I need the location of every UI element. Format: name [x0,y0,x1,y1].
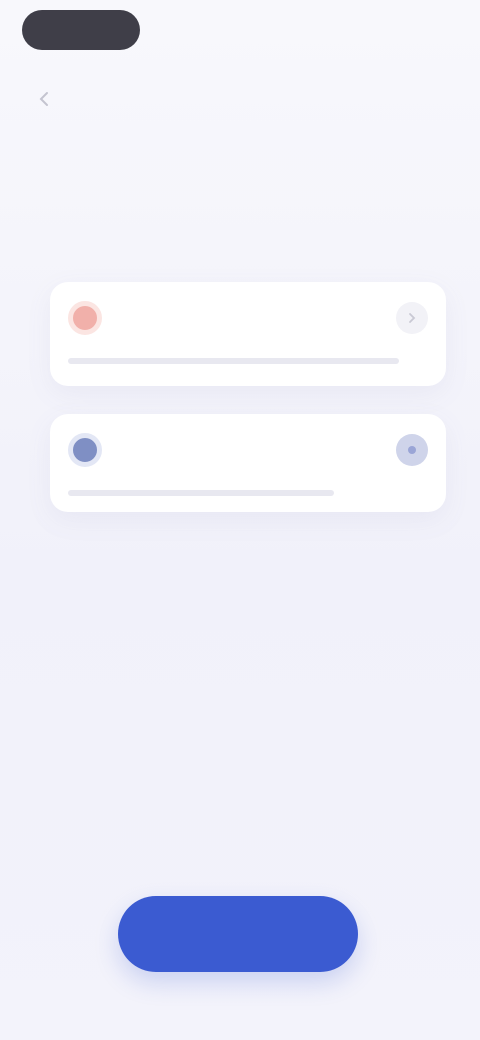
back-arrow-icon [39,92,48,106]
primary-cta-button[interactable] [118,896,358,972]
card-avatar-icon [68,301,102,335]
card-description-line [68,490,335,496]
card-description-line [68,358,400,364]
chevron-icon [409,313,416,323]
header-right-link[interactable] [384,20,442,38]
header-title [194,20,284,38]
option-card-1[interactable] [50,282,446,386]
top-bar [0,0,480,64]
header-pill-button[interactable] [22,10,140,50]
card-avatar-icon [68,433,102,467]
option-card-2[interactable] [50,414,446,512]
toggle-icon [408,446,416,454]
card-toggle-button[interactable] [396,434,428,466]
card-chevron-button[interactable] [396,302,428,334]
back-button[interactable] [28,82,62,116]
